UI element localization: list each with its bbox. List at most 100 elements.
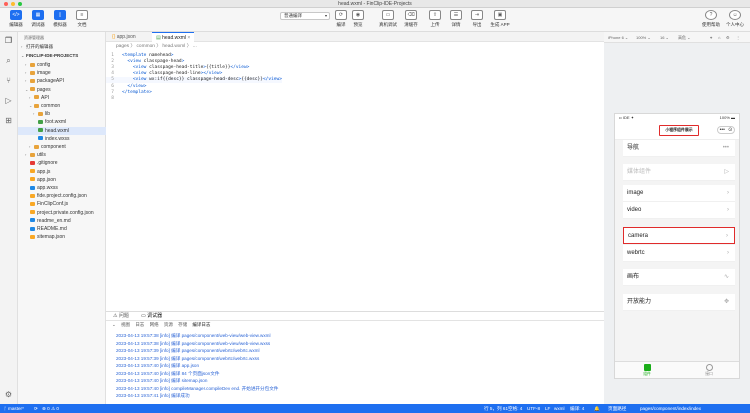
- more-icon[interactable]: ⋮: [736, 32, 740, 43]
- tree-file[interactable]: .gitignore: [18, 159, 106, 167]
- editor-toggle-button[interactable]: </> 编辑器: [5, 10, 27, 28]
- tree-file[interactable]: head.wxml: [18, 126, 106, 135]
- font-size-select[interactable]: 16 ⌄: [660, 32, 669, 43]
- code-line[interactable]: 7 </template>: [106, 90, 152, 96]
- code-editor[interactable]: 1 <template namehead> 2 <view classpage-he…: [106, 51, 604, 311]
- device-icon: ▭: [382, 10, 394, 20]
- notification-icon[interactable]: 🔔: [594, 404, 600, 413]
- open-editors-section[interactable]: › 打开的编辑器: [18, 43, 106, 51]
- eol[interactable]: LF: [545, 404, 550, 413]
- tree-folder[interactable]: › packageAPI: [18, 77, 106, 85]
- tree-folder[interactable]: › API: [18, 94, 106, 102]
- subtab-network[interactable]: 网络: [150, 322, 159, 327]
- tree-label: lib: [45, 111, 51, 118]
- close-window-button[interactable]: [4, 2, 8, 6]
- settings-icon[interactable]: ⚙: [726, 32, 730, 43]
- subtab-storage[interactable]: 存储: [178, 322, 187, 327]
- network-select[interactable]: 高危 ⌄: [678, 32, 690, 43]
- phone-tabbar: 组件 接口: [615, 361, 739, 378]
- menu-item[interactable]: webrtc ›: [623, 245, 735, 262]
- extensions-icon[interactable]: ⊞: [4, 116, 13, 125]
- source-control-icon[interactable]: ⑂: [4, 76, 13, 85]
- menu-item[interactable]: image ›: [623, 185, 735, 202]
- collapse-icon[interactable]: ⌄: [112, 322, 116, 327]
- tree-file[interactable]: project.private.config.json: [18, 209, 106, 217]
- tab-app-json[interactable]: {} app.json: [108, 32, 140, 42]
- menu-item[interactable]: video ›: [623, 202, 735, 219]
- tree-folder[interactable]: › config: [18, 61, 106, 69]
- search-icon[interactable]: ⌕: [4, 56, 13, 65]
- tree-file[interactable]: app.wxss: [18, 184, 106, 192]
- tree-label: foot.wxml: [45, 119, 67, 126]
- preview-button[interactable]: ◉ 预览: [347, 10, 369, 28]
- help-button[interactable]: ? 使用帮助: [700, 10, 722, 28]
- minimize-window-button[interactable]: [11, 2, 15, 6]
- tabbar-api[interactable]: 接口: [699, 364, 719, 377]
- code-line[interactable]: 6 </view>: [106, 84, 146, 90]
- git-branch[interactable]: ᚴ master*: [4, 404, 24, 413]
- tree-folder[interactable]: › lib: [18, 110, 106, 118]
- subtab-log[interactable]: 日志: [135, 322, 144, 327]
- tree-folder[interactable]: › component: [18, 143, 106, 151]
- more-dots-icon[interactable]: •••: [720, 127, 725, 133]
- tree-file[interactable]: fide.project.config.json: [18, 192, 106, 200]
- problems-count[interactable]: ⊗ 0 ⚠ 0: [42, 404, 59, 413]
- tree-folder[interactable]: › utils: [18, 151, 106, 159]
- maximize-window-button[interactable]: [18, 2, 22, 6]
- menu-item[interactable]: camera ›: [623, 227, 735, 244]
- build-app-button[interactable]: ▣ 生成 APP: [489, 10, 511, 28]
- compile-mode-select[interactable]: 普通编译 ▾: [280, 12, 330, 20]
- tabbar-component[interactable]: 组件: [637, 364, 657, 377]
- details-button[interactable]: ☰ 详情: [445, 10, 467, 28]
- subtab-resources[interactable]: 资源: [164, 322, 173, 327]
- code-line[interactable]: 8: [106, 96, 122, 102]
- tree-file[interactable]: FinClipConf.js: [18, 200, 106, 208]
- menu-item[interactable]: 导航 •••: [623, 140, 735, 157]
- debugger-toggle-button[interactable]: ▦ 调试器: [27, 10, 49, 28]
- sync-icon[interactable]: ⟳: [34, 404, 38, 413]
- tree-file[interactable]: foot.wxml: [18, 118, 106, 126]
- tree-file[interactable]: app.js: [18, 168, 106, 176]
- indent-setting[interactable]: 空格: 4: [508, 404, 522, 413]
- close-icon[interactable]: ×: [187, 35, 190, 41]
- tree-folder[interactable]: ⌄ pages: [18, 86, 106, 94]
- tree-file[interactable]: readme_en.md: [18, 217, 106, 225]
- capsule-menu[interactable]: ••• ⊙: [717, 126, 735, 134]
- tree-file[interactable]: sitemap.json: [18, 233, 106, 241]
- menu-item[interactable]: 开放能力 ✥: [623, 294, 735, 311]
- encoding[interactable]: UTF-8: [527, 404, 540, 413]
- menu-item[interactable]: 媒体组件 ▷: [623, 164, 735, 181]
- simulator-toggle-button[interactable]: ▯ 模拟器: [49, 10, 71, 28]
- page-path[interactable]: pages/component/index/index: [640, 404, 701, 413]
- files-icon[interactable]: ❐: [4, 36, 13, 45]
- export-button[interactable]: ⇥ 导出: [466, 10, 488, 28]
- menu-item[interactable]: 画布 ∿: [623, 269, 735, 286]
- subtab-view[interactable]: 视图: [121, 322, 130, 327]
- zoom-select[interactable]: 100% ⌄: [636, 32, 651, 43]
- tab-head-wxml[interactable]: ▤ head.wxml ×: [152, 32, 195, 42]
- device-select[interactable]: iPhone 6 ⌄: [608, 32, 628, 43]
- language-mode[interactable]: wxml: [554, 404, 564, 413]
- subtab-compile-log[interactable]: 编译日志: [192, 322, 210, 327]
- project-root[interactable]: ⌄ FINCLIP-IDE-PROJECTS: [18, 52, 106, 60]
- code-line[interactable]: 5 <view wx:if{{desc}} classpage-head-des…: [106, 77, 282, 84]
- user-center-button[interactable]: ☺ 个人中心: [724, 10, 746, 28]
- compile-status[interactable]: 编译: 4: [570, 404, 584, 413]
- tree-folder[interactable]: › image: [18, 69, 106, 77]
- run-debug-icon[interactable]: ▷: [4, 96, 13, 105]
- home-icon[interactable]: ⌂: [718, 32, 720, 43]
- docs-button[interactable]: ≡ 文档: [71, 10, 93, 28]
- tree-file[interactable]: app.json: [18, 176, 106, 184]
- tree-folder[interactable]: ⌄ common: [18, 102, 106, 110]
- remote-debug-button[interactable]: ▭ 真机调试: [377, 10, 399, 28]
- close-circle-icon[interactable]: ⊙: [728, 127, 732, 133]
- tree-file[interactable]: README.md: [18, 225, 106, 233]
- cursor-position[interactable]: 行 5，列 61: [484, 404, 508, 413]
- upload-button[interactable]: ⇪ 上传: [424, 10, 446, 28]
- tab-debugger[interactable]: ▭ 调试器: [138, 312, 165, 321]
- clear-cache-button[interactable]: ⌫ 清缓存: [400, 10, 422, 28]
- tree-file[interactable]: index.wxss: [18, 135, 106, 143]
- location-icon[interactable]: ⌖: [710, 32, 712, 43]
- tab-problems[interactable]: ⚠ 问题: [110, 312, 132, 321]
- settings-gear-icon[interactable]: ⚙: [4, 390, 13, 399]
